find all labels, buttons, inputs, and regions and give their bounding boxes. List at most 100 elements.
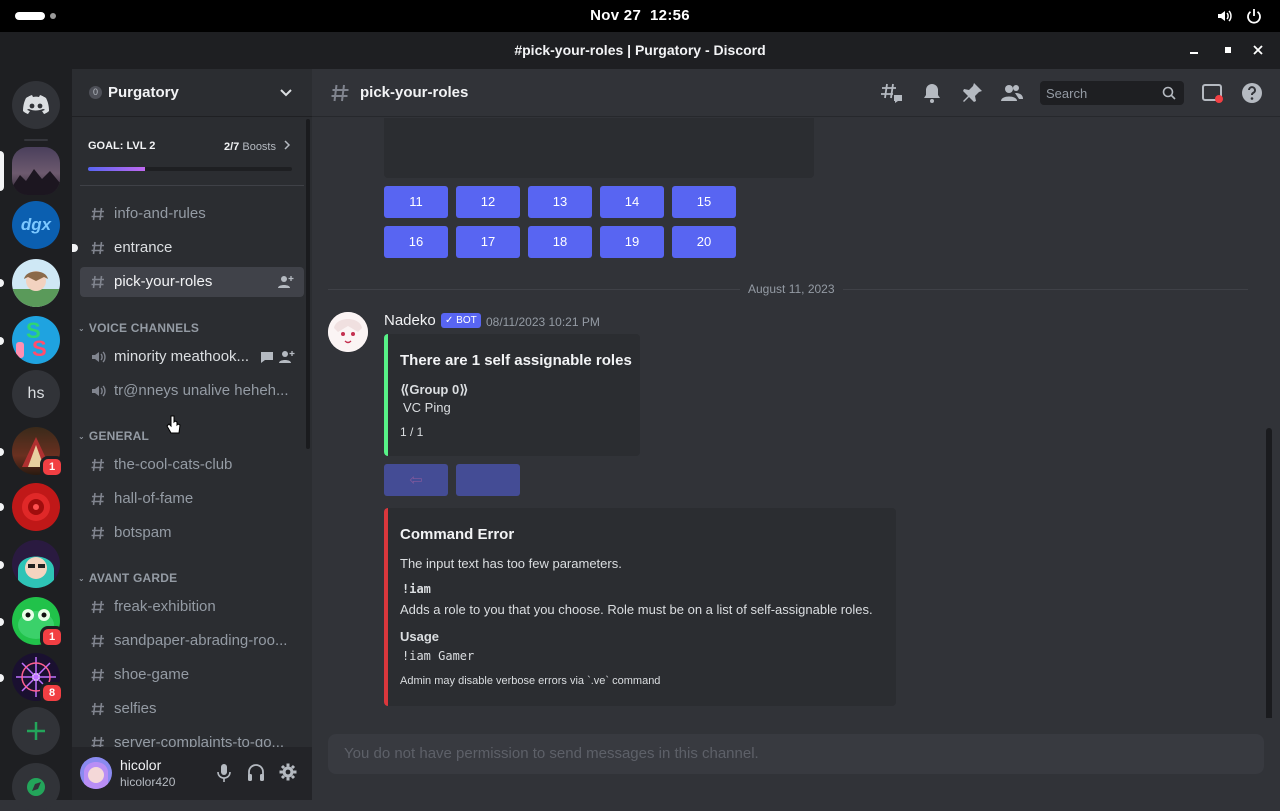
add-member-icon[interactable] [278, 275, 294, 289]
boost-count[interactable]: 2/7 Boosts [224, 140, 291, 153]
role-button-12[interactable]: 12 [456, 186, 520, 218]
hash-icon [330, 83, 350, 103]
window-title: #pick-your-roles | Purgatory - Discord [514, 42, 766, 58]
role-button-15[interactable]: 15 [672, 186, 736, 218]
embed-title: There are 1 self assignable roles [400, 352, 632, 369]
minimize-button[interactable] [1184, 40, 1204, 60]
role-button-17[interactable]: 17 [456, 226, 520, 258]
error-embed: Command Error The input text has too few… [384, 508, 896, 706]
headphones-icon[interactable] [247, 763, 265, 783]
next-page-button[interactable] [456, 464, 520, 496]
role-button-19[interactable]: 19 [600, 226, 664, 258]
threads-icon[interactable] [880, 81, 904, 105]
channel-the-cool-cats-club[interactable]: the-cool-cats-club [80, 450, 304, 480]
date-divider: August 11, 2023 [740, 282, 843, 296]
add-server-button[interactable] [12, 707, 60, 755]
roles-embed: There are 1 self assignable roles ⟪Group… [384, 334, 640, 456]
server-anime-art[interactable] [12, 259, 60, 307]
close-button[interactable] [1248, 40, 1268, 60]
boost-goal-label[interactable]: GOAL: LVL 2 [88, 140, 155, 152]
hash-icon [90, 525, 106, 541]
pointer-cursor-icon [166, 415, 182, 435]
chat-scrollbar[interactable] [1266, 428, 1272, 718]
plus-icon [27, 722, 45, 740]
embed-page: 1 / 1 [400, 425, 424, 439]
hash-icon [90, 206, 106, 222]
divider [80, 185, 304, 186]
server-rose[interactable] [12, 483, 60, 531]
pin-icon[interactable] [960, 81, 984, 105]
previous-page-button[interactable]: ⇦ [384, 464, 448, 496]
role-button-16[interactable]: 16 [384, 226, 448, 258]
arrow-left-icon: ⇦ [409, 472, 423, 489]
channel-info-and-rules[interactable]: info-and-rules [80, 199, 304, 229]
mention-badge: 8 [40, 682, 64, 704]
guild-header[interactable]: 0 Purgatory [72, 69, 312, 117]
inbox-icon[interactable] [1200, 81, 1224, 105]
role-button-20[interactable]: 20 [672, 226, 736, 258]
bot-avatar[interactable] [328, 312, 368, 352]
avatar[interactable] [80, 757, 112, 789]
category-general[interactable]: ⌄ GENERAL [78, 429, 149, 443]
sidebar-scrollbar[interactable] [306, 119, 310, 449]
server-dgx[interactable]: dgx [12, 201, 60, 249]
embed-accent-bar [384, 508, 388, 706]
server-anime-girl[interactable] [12, 540, 60, 588]
role-button-11[interactable]: 11 [384, 186, 448, 218]
search-icon [1162, 86, 1176, 100]
add-member-icon[interactable] [279, 350, 295, 364]
message-list: 11 12 13 14 15 16 17 18 19 20 August 11,… [312, 118, 1280, 718]
members-icon[interactable] [1000, 81, 1024, 105]
channel-selfies[interactable]: selfies [80, 694, 304, 724]
hash-icon [90, 667, 106, 683]
guild-name: Purgatory [108, 84, 179, 101]
channel-hall-of-fame[interactable]: hall-of-fame [80, 484, 304, 514]
role-button-18[interactable]: 18 [528, 226, 592, 258]
role-button-13[interactable]: 13 [528, 186, 592, 218]
channel-entrance[interactable]: entrance [72, 233, 304, 263]
category-avant-garde[interactable]: ⌄ AVANT GARDE [78, 571, 177, 585]
channel-botspam[interactable]: botspam [80, 518, 304, 548]
help-icon[interactable] [1240, 81, 1264, 105]
message-author[interactable]: Nadeko [384, 312, 436, 329]
username[interactable]: hicolor [120, 757, 161, 773]
power-icon[interactable] [1245, 7, 1263, 25]
category-voice-channels[interactable]: ⌄ VOICE CHANNELS [78, 321, 199, 335]
server-hs[interactable]: hs [12, 370, 60, 418]
chat-bubble-icon[interactable] [260, 350, 274, 364]
hash-icon [90, 457, 106, 473]
role-button-14[interactable]: 14 [600, 186, 664, 218]
channel-shoe-game[interactable]: shoe-game [80, 660, 304, 690]
gear-icon[interactable] [279, 763, 297, 781]
search-box[interactable] [1040, 81, 1184, 105]
unread-indicator [0, 448, 4, 456]
bell-icon[interactable] [920, 81, 944, 105]
channel-sandpaper[interactable]: sandpaper-abrading-roo... [80, 626, 304, 656]
server-rail: dgx S S hs 1 1 8 [0, 69, 72, 811]
voice-channel-minority[interactable]: minority meathook... [80, 342, 304, 372]
embed-group: ⟪Group 0⟫ [400, 382, 469, 397]
message-composer: You do not have permission to send messa… [328, 734, 1264, 774]
hash-icon [90, 491, 106, 507]
search-input[interactable] [1046, 84, 1156, 102]
chat-header: pick-your-roles [312, 69, 1280, 117]
microphone-icon[interactable] [216, 763, 232, 783]
speaker-icon [90, 349, 108, 365]
volume-icon[interactable] [1216, 7, 1234, 25]
chevron-down-icon[interactable] [279, 86, 293, 100]
window-title-bar: #pick-your-roles | Purgatory - Discord [0, 32, 1280, 69]
compass-icon [27, 778, 45, 796]
maximize-button[interactable] [1218, 40, 1238, 60]
discord-home-button[interactable] [12, 81, 60, 129]
chevron-right-icon [284, 140, 291, 150]
error-description: The input text has too few parameters. [400, 556, 622, 571]
server-purgatory[interactable] [12, 147, 60, 195]
server-ss[interactable]: S S [12, 316, 60, 364]
explore-servers-button[interactable] [12, 763, 60, 811]
error-command: !iam [402, 582, 431, 596]
channel-pick-your-roles[interactable]: pick-your-roles [80, 267, 304, 297]
user-tag: hicolor420 [120, 775, 176, 789]
channel-freak-exhibition[interactable]: freak-exhibition [80, 592, 304, 622]
os-clock[interactable]: Nov 27 12:56 [0, 7, 1280, 24]
voice-channel-tr-nneys[interactable]: tr@nneys unalive heheh... [80, 376, 304, 406]
